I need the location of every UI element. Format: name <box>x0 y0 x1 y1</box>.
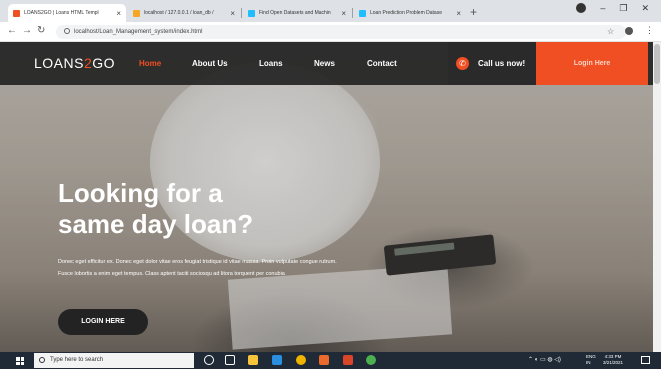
close-tab-icon[interactable]: × <box>116 9 121 18</box>
forward-arrow-icon[interactable]: → <box>22 25 32 36</box>
maximize-icon[interactable]: ❐ <box>619 3 627 14</box>
tab-loans2go[interactable]: LOANS2GO | Loans HTML Templ × <box>8 4 126 22</box>
app-icon-orange[interactable] <box>319 355 329 365</box>
close-tab-icon[interactable]: × <box>456 9 461 18</box>
hero-headline-line2: same day loan? <box>58 209 254 239</box>
url-text: localhost/Loan_Management_system/index.h… <box>74 29 203 35</box>
nav-link-contact[interactable]: Contact <box>367 59 397 68</box>
language-indicator[interactable]: ENG IN <box>586 354 596 366</box>
nav-link-about[interactable]: About Us <box>192 59 228 68</box>
bookmark-star-icon[interactable]: ☆ <box>607 27 614 36</box>
tab-phpmyadmin[interactable]: localhost / 127.0.0.1 / loan_db / × <box>128 4 240 22</box>
browser-menu-icon[interactable]: ⋮ <box>645 25 654 36</box>
os-taskbar: Type here to search ⌃ ◐ ▭ ◍ ◁) ENG IN 4:… <box>0 352 661 369</box>
site-logo[interactable]: LOANS2GO <box>34 55 115 71</box>
logo-text-prefix: LOANS <box>34 55 84 71</box>
cortana-icon[interactable] <box>204 355 214 365</box>
call-us-box[interactable]: ✆ Call us now! <box>448 42 536 85</box>
close-window-icon[interactable]: ✕ <box>641 3 649 14</box>
app-icon-red[interactable] <box>343 355 353 365</box>
browser-tab-bar: LOANS2GO | Loans HTML Templ × localhost … <box>0 0 661 22</box>
site-favicon-icon <box>13 9 20 17</box>
file-explorer-icon[interactable] <box>248 355 258 365</box>
close-tab-icon[interactable]: × <box>230 9 235 18</box>
hero-headline: Looking for a same day loan? <box>58 178 253 240</box>
vscode-icon[interactable] <box>272 355 282 365</box>
reload-icon[interactable]: ↻ <box>37 25 45 36</box>
nav-link-loans[interactable]: Loans <box>259 59 283 68</box>
taskbar-search-input[interactable]: Type here to search <box>34 353 194 368</box>
tab-label: Find Open Datasets and Machin <box>259 10 331 16</box>
region-code: IN <box>586 360 591 365</box>
kaggle-favicon-icon <box>359 9 366 17</box>
scrollbar-thumb[interactable] <box>654 44 660 84</box>
app-icon-green[interactable] <box>366 355 376 365</box>
tab-label: Loan Prediction Problem Datase <box>370 10 442 16</box>
site-navbar: LOANS2GO Home About Us Loans News Contac… <box>0 42 653 85</box>
site-info-icon[interactable] <box>64 28 70 35</box>
address-bar: ← → ↻ localhost/Loan_Management_system/i… <box>0 22 661 42</box>
phpmyadmin-favicon-icon <box>133 9 140 17</box>
nav-link-home[interactable]: Home <box>139 59 161 68</box>
windows-start-icon[interactable] <box>16 357 24 365</box>
url-input[interactable]: localhost/Loan_Management_system/index.h… <box>56 25 626 39</box>
tab-label: localhost / 127.0.0.1 / loan_db / <box>144 10 214 16</box>
nav-link-news[interactable]: News <box>314 59 335 68</box>
hero-description: Donec eget efficitur ex. Donec eget dolo… <box>58 259 337 277</box>
call-us-label: Call us now! <box>478 59 526 68</box>
nav-login-button[interactable]: Login Here <box>536 42 648 85</box>
window-controls: – ❐ ✕ <box>576 3 661 14</box>
tab-label: LOANS2GO | Loans HTML Templ <box>24 10 99 16</box>
phone-icon: ✆ <box>456 57 469 70</box>
tab-separator <box>241 8 242 18</box>
tab-kaggle-datasets[interactable]: Find Open Datasets and Machin × <box>243 4 351 22</box>
tab-separator <box>352 8 353 18</box>
hero-login-button[interactable]: LOGIN HERE <box>58 309 148 335</box>
clock-date: 3/21/2021 <box>603 360 624 365</box>
back-arrow-icon[interactable]: ← <box>7 25 17 36</box>
account-icon[interactable] <box>576 3 587 13</box>
system-tray-icons[interactable]: ⌃ ◐ ▭ ◍ ◁) <box>528 356 561 363</box>
logo-text-suffix: GO <box>92 55 116 71</box>
close-tab-icon[interactable]: × <box>341 9 346 18</box>
kaggle-favicon-icon <box>248 9 255 17</box>
page-scrollbar[interactable] <box>653 42 661 352</box>
new-tab-icon[interactable]: + <box>470 5 477 19</box>
chrome-icon[interactable] <box>296 355 306 365</box>
taskbar-clock[interactable]: 4:33 PM 3/21/2021 <box>603 354 623 366</box>
taskbar-search-placeholder: Type here to search <box>50 357 104 363</box>
extension-icon[interactable] <box>625 27 633 35</box>
minimize-icon[interactable]: – <box>600 3 605 14</box>
task-view-icon[interactable] <box>225 355 235 365</box>
search-icon <box>39 357 45 363</box>
tab-kaggle-loan[interactable]: Loan Prediction Problem Datase × <box>354 4 466 22</box>
hero-headline-line1: Looking for a <box>58 178 223 208</box>
web-page: LOANS2GO Home About Us Loans News Contac… <box>0 42 661 352</box>
notification-center-icon[interactable] <box>641 356 650 364</box>
